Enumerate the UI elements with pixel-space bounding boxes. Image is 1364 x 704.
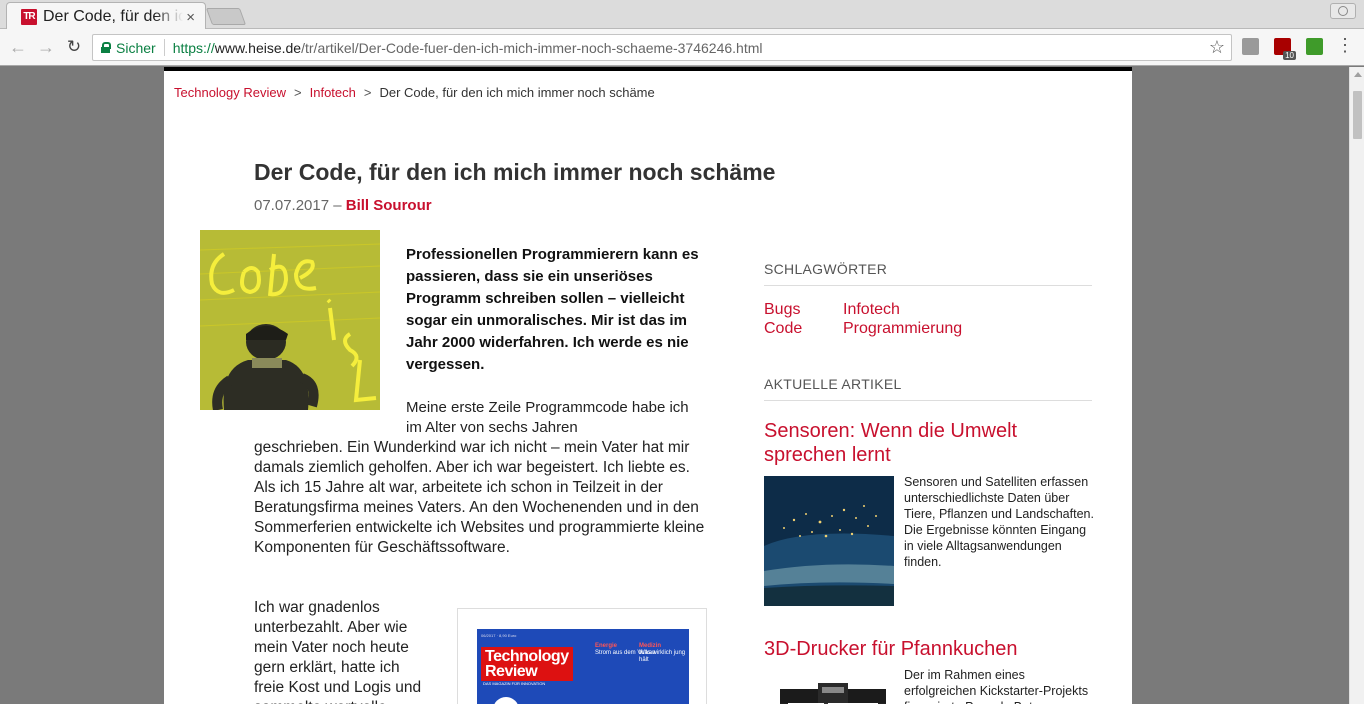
magazine-title-line2: Review bbox=[485, 663, 538, 680]
page-viewport: Technology Review > Infotech > Der Code, für… bbox=[0, 67, 1349, 704]
breadcrumb-infotech[interactable]: Infotech bbox=[310, 85, 356, 100]
reload-button[interactable]: ↻ bbox=[64, 37, 84, 57]
browser-toolbar: ← → ↻ Sicher https://www.heise.de/tr/art… bbox=[0, 29, 1364, 66]
magazine-tag-medizin: Medizin Was wirklich jung hält bbox=[639, 643, 689, 664]
new-tab-button[interactable] bbox=[205, 8, 247, 25]
address-bar[interactable]: Sicher https://www.heise.de/tr/artikel/D… bbox=[92, 34, 1232, 61]
tag-bugs[interactable]: Bugs bbox=[764, 300, 800, 319]
browser-menu-icon[interactable]: ⋮ bbox=[1336, 36, 1354, 54]
meta-separator: – bbox=[329, 197, 346, 214]
recent-article-title[interactable]: Sensoren: Wenn die Umwelt sprechen lernt bbox=[764, 419, 1094, 467]
magazine-issue: 06/2017 · 8,90 Euro bbox=[481, 633, 517, 638]
tr-favicon-icon: TR bbox=[21, 8, 37, 25]
magazine-cover[interactable]: 06/2017 · 8,90 Euro Technology Review DAS… bbox=[477, 629, 689, 704]
url-path: /tr/artikel/Der-Code-fuer-den-ich-mich-i… bbox=[301, 39, 763, 56]
article-paragraph-1a: Meine erste Zeile Programmcode habe ich … bbox=[406, 399, 689, 436]
breadcrumb: Technology Review > Infotech > Der Code, für… bbox=[174, 85, 655, 100]
author-link[interactable]: Bill Sourour bbox=[346, 197, 432, 214]
scrollbar-thumb[interactable] bbox=[1353, 91, 1362, 139]
profile-button[interactable] bbox=[1330, 3, 1356, 19]
recent-articles-heading: Aktuelle Artikel bbox=[764, 376, 1092, 401]
tag-code[interactable]: Code bbox=[764, 319, 802, 338]
code-illustration bbox=[200, 230, 380, 410]
magazine-subtitle: DAS MAGAZIN FÜR INNOVATION bbox=[483, 681, 546, 686]
article-date: 07.07.2017 bbox=[254, 197, 330, 214]
user-icon bbox=[1338, 6, 1348, 16]
close-tab-icon[interactable]: × bbox=[186, 9, 195, 26]
article-lead: Professionellen Programmierern kann es p… bbox=[406, 246, 699, 373]
secure-label[interactable]: Sicher bbox=[116, 40, 156, 56]
article-page: Technology Review > Infotech > Der Code, für… bbox=[164, 67, 1132, 704]
recent-article-thumbnail[interactable] bbox=[764, 669, 894, 704]
magazine-tag2-text: Was wirklich jung hält bbox=[639, 650, 686, 663]
article-title: Der Code, für den ich mich immer noch sc… bbox=[254, 159, 776, 185]
ublock-badge: 10 bbox=[1283, 51, 1296, 60]
tag-infotech[interactable]: Infotech bbox=[843, 300, 900, 319]
breadcrumb-separator: > bbox=[363, 85, 372, 100]
article-meta: 07.07.2017 – Bill Sourour bbox=[254, 197, 432, 214]
omnibox-divider bbox=[163, 39, 165, 56]
extension-icon[interactable] bbox=[1242, 38, 1259, 55]
earth-at-night-image bbox=[764, 476, 894, 606]
bookmark-star-icon[interactable]: ☆ bbox=[1209, 37, 1225, 58]
magazine-tag2-head: Medizin bbox=[639, 643, 661, 649]
tag-programmierung[interactable]: Programmierung bbox=[843, 319, 962, 338]
ublock-icon[interactable]: 10 bbox=[1274, 38, 1296, 60]
breadcrumb-separator: > bbox=[294, 85, 302, 100]
tab-strip: TR Der Code, für den ich mich immer noch… bbox=[0, 0, 1364, 30]
url-host: www.heise.de bbox=[214, 39, 302, 56]
browser-tab[interactable]: TR Der Code, für den ich mich immer noch… bbox=[6, 2, 206, 30]
recent-article-teaser: Sensoren und Satelliten erfassen untersc… bbox=[904, 475, 1094, 569]
gear-icon bbox=[493, 697, 519, 704]
page-scrollbar[interactable] bbox=[1349, 67, 1364, 704]
url-text[interactable]: https://www.heise.de/tr/artikel/Der-Code… bbox=[173, 40, 763, 56]
article-paragraph-1b: geschrieben. Ein Wunderkind war ich nich… bbox=[254, 439, 705, 556]
print-extension-icon[interactable] bbox=[1306, 38, 1323, 55]
lead-image bbox=[200, 230, 380, 410]
back-button[interactable]: ← bbox=[8, 37, 28, 57]
tags-heading: Schlagwörter bbox=[764, 261, 1092, 286]
recent-article-thumbnail[interactable] bbox=[764, 476, 894, 606]
breadcrumb-current: Der Code, für den ich mich immer noch sc… bbox=[379, 85, 655, 100]
tab-title: Der Code, für den ich mich immer noch sc… bbox=[43, 7, 183, 25]
recent-article-title[interactable]: 3D-Drucker für Pfannkuchen bbox=[764, 637, 1094, 661]
lock-icon[interactable] bbox=[101, 42, 111, 53]
pancake-printer-image bbox=[764, 669, 894, 704]
forward-button[interactable]: → bbox=[36, 37, 56, 57]
scroll-up-arrow-icon[interactable] bbox=[1354, 72, 1362, 77]
magazine-teaser[interactable]: 06/2017 · 8,90 Euro Technology Review DAS… bbox=[457, 608, 707, 704]
article-paragraph-2: Ich war gnadenlos unterbezahlt. Aber wie… bbox=[254, 599, 422, 704]
magazine-title: Technology Review bbox=[481, 647, 573, 681]
recent-article-teaser: Der im Rahmen eines erfolgreichen Kickst… bbox=[904, 668, 1089, 704]
url-scheme: https:// bbox=[172, 39, 215, 56]
breadcrumb-technology-review[interactable]: Technology Review bbox=[174, 85, 286, 100]
